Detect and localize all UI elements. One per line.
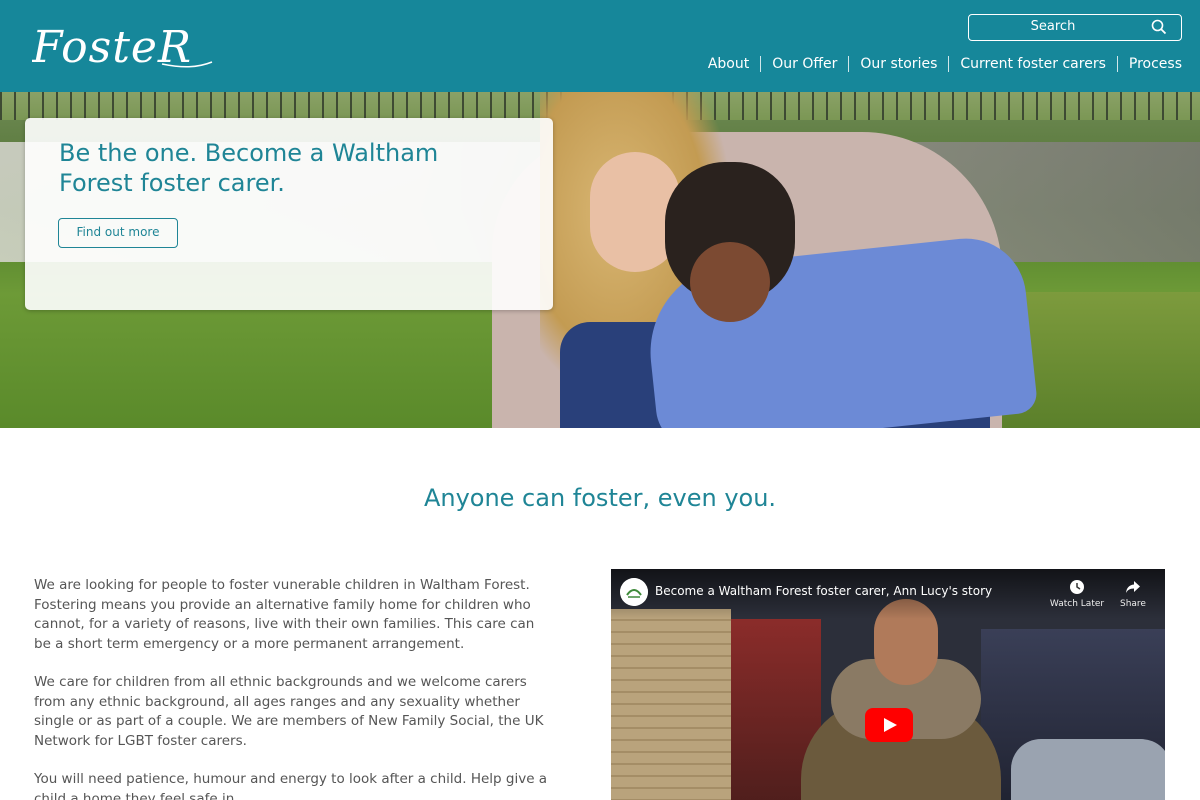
find-out-more-button[interactable]: Find out more (58, 218, 178, 248)
intro-paragraph-3: You will need patience, humour and energ… (34, 771, 548, 800)
search-icon[interactable] (1151, 19, 1167, 35)
share-arrow-icon (1126, 581, 1140, 593)
clock-icon (1070, 580, 1084, 594)
nav-our-offer[interactable]: Our Offer (760, 56, 848, 72)
video-title[interactable]: Become a Waltham Forest foster carer, An… (655, 584, 992, 598)
watch-later-button[interactable]: Watch Later (1047, 579, 1107, 609)
foster-logo[interactable]: FosteR (32, 18, 216, 74)
video-car (1011, 739, 1165, 800)
share-label: Share (1120, 599, 1146, 609)
hero-girl-face (690, 242, 770, 322)
nav-our-stories[interactable]: Our stories (848, 56, 948, 72)
intro-text: We are looking for people to foster vune… (34, 576, 554, 800)
nav-current-foster-carers[interactable]: Current foster carers (948, 56, 1117, 72)
section-heading: Anyone can foster, even you. (423, 484, 777, 512)
share-button[interactable]: Share (1113, 579, 1153, 609)
youtube-play-icon[interactable] (865, 708, 913, 742)
nav-about[interactable]: About (697, 56, 760, 72)
intro-paragraph-1: We are looking for people to foster vune… (34, 577, 535, 652)
main-nav: About Our Offer Our stories Current fost… (697, 56, 1182, 72)
search-box[interactable]: Search (968, 14, 1182, 41)
video-brick-wall (611, 609, 731, 800)
intro-paragraph-2: We care for children from all ethnic bac… (34, 674, 544, 749)
channel-avatar-icon[interactable] (620, 578, 648, 606)
nav-process[interactable]: Process (1116, 56, 1182, 72)
watch-later-label: Watch Later (1049, 599, 1105, 609)
search-label[interactable]: Search (969, 19, 1137, 34)
hero-card: Be the one. Become a Waltham Forest fost… (25, 118, 553, 310)
hero-title: Be the one. Become a Waltham Forest fost… (59, 139, 439, 197)
site-header: FosteR Search About Our Offer Our storie… (0, 0, 1200, 92)
video-player[interactable]: Become a Waltham Forest foster carer, An… (611, 569, 1165, 800)
